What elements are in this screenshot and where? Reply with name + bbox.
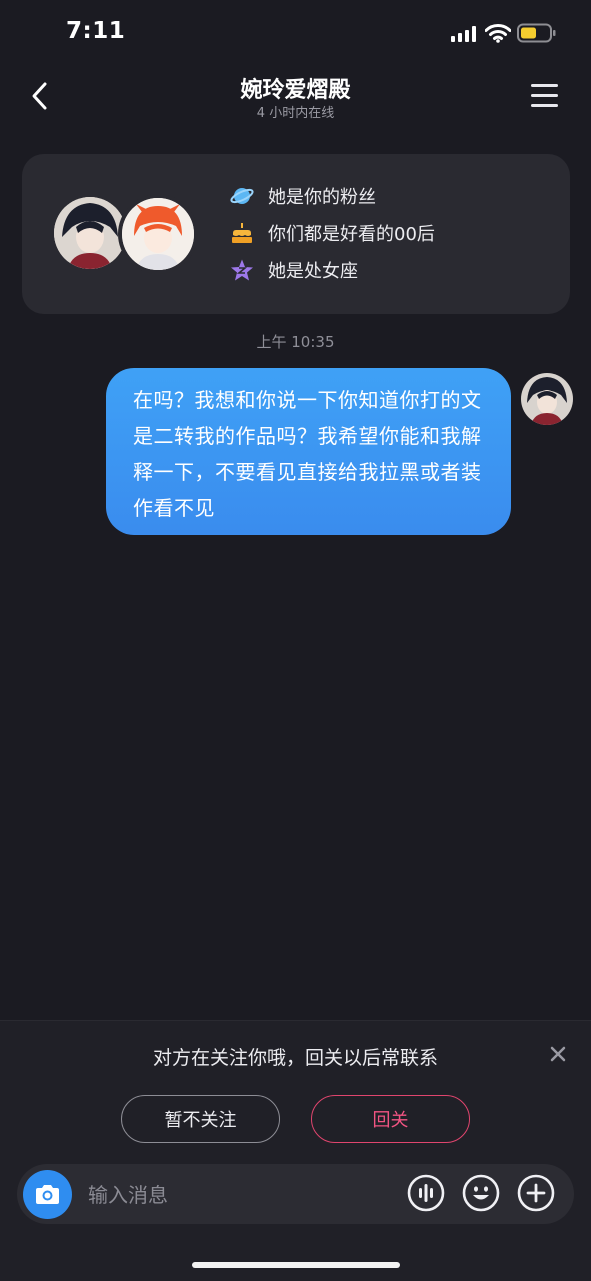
message-text: 在吗？我想和你说一下你知道你打的文是二转我的作品吗？我希望你能和我解释一下，不要… xyxy=(133,388,482,520)
info-row-zodiac: 她是处女座 xyxy=(230,256,358,284)
message-timestamp: 上午 10:35 xyxy=(256,333,335,351)
camera-icon xyxy=(36,1185,59,1204)
status-time: 7:11 xyxy=(66,18,126,44)
emoji-icon[interactable] xyxy=(462,1174,500,1212)
info-text-age: 你们都是好看的00后 xyxy=(268,224,435,245)
menu-icon[interactable] xyxy=(531,84,559,108)
wifi-icon xyxy=(485,24,511,43)
cake-icon xyxy=(232,223,252,243)
camera-button[interactable] xyxy=(23,1170,72,1219)
message-input[interactable] xyxy=(88,1178,388,1212)
chat-title: 婉玲爱熠殿 xyxy=(240,78,351,103)
info-row-fan: 她是你的粉丝 xyxy=(230,182,376,210)
relationship-card: 她是你的粉丝 你们都是好看的00后 她是处女座 xyxy=(22,154,570,314)
contact-avatar[interactable] xyxy=(54,197,126,269)
home-indicator xyxy=(192,1262,400,1268)
skip-follow-button[interactable]: 暂不关注 xyxy=(121,1095,280,1143)
plus-icon[interactable] xyxy=(517,1174,555,1212)
info-text-zodiac: 她是处女座 xyxy=(268,261,358,282)
close-icon[interactable] xyxy=(547,1043,569,1065)
battery-icon xyxy=(517,23,556,43)
message-bubble[interactable]: 在吗？我想和你说一下你知道你打的文是二转我的作品吗？我希望你能和我解释一下，不要… xyxy=(106,368,511,535)
signal-icon xyxy=(451,26,477,42)
voice-icon[interactable] xyxy=(407,1174,445,1212)
info-text-fan: 她是你的粉丝 xyxy=(268,187,376,208)
online-status: 4 小时内在线 xyxy=(256,106,335,121)
follow-back-button[interactable]: 回关 xyxy=(311,1095,470,1143)
planet-icon xyxy=(230,188,254,204)
avatar[interactable] xyxy=(521,373,573,425)
follow-prompt-text: 对方在关注你哦，回关以后常联系 xyxy=(152,1047,438,1069)
info-row-age: 你们都是好看的00后 xyxy=(230,219,435,247)
my-avatar-card[interactable] xyxy=(118,194,198,274)
star-icon xyxy=(231,259,253,281)
